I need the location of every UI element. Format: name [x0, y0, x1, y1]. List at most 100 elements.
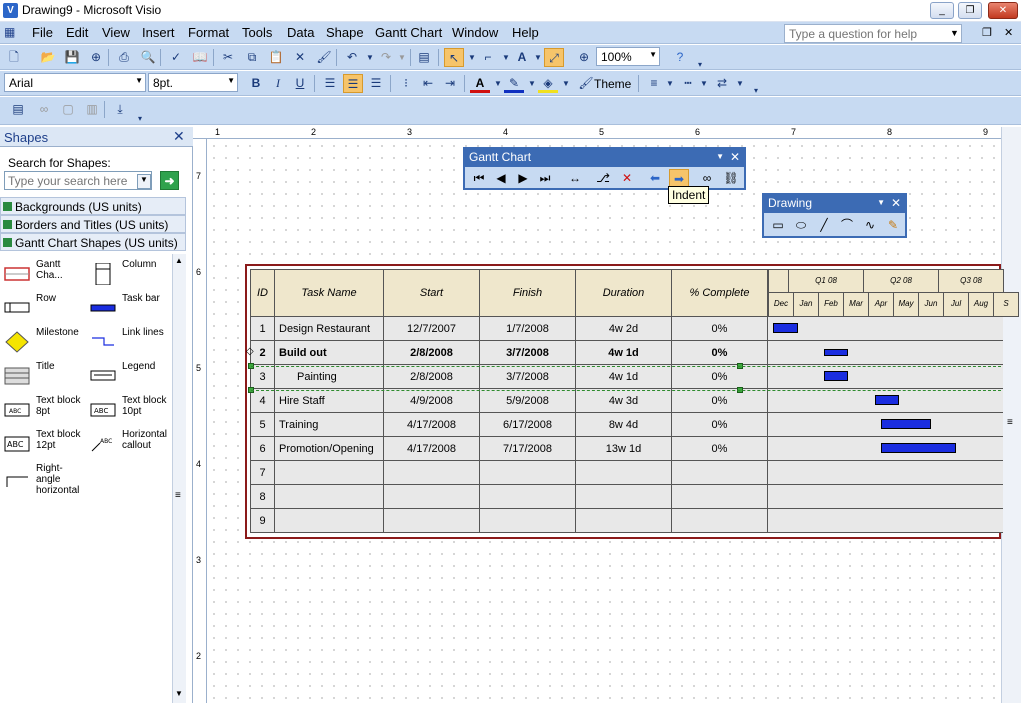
indent-icon[interactable]: ➡	[669, 169, 689, 187]
align-right-icon[interactable]: ☰	[366, 74, 386, 93]
doc-restore-icon[interactable]: ❐	[982, 26, 992, 39]
stencil-borders-titles[interactable]: Borders and Titles (US units)	[0, 215, 186, 233]
task-duration-cell[interactable]	[575, 508, 672, 533]
shape-task-bar[interactable]: Task bar	[86, 291, 170, 325]
scroll-down-icon[interactable]: ▼	[175, 689, 183, 698]
task-start-cell[interactable]: 12/7/2007	[383, 316, 480, 341]
zoom-icon[interactable]: ⊕	[574, 48, 594, 67]
task-finish-cell[interactable]: 6/17/2008	[479, 412, 576, 437]
menu-insert[interactable]: Insert	[142, 25, 175, 40]
research-icon[interactable]: 📖	[190, 48, 210, 67]
task-duration-cell[interactable]: 13w 1d	[575, 436, 672, 461]
task-start-cell[interactable]: 4/17/2008	[383, 412, 480, 437]
gantt-task-row[interactable]: 3 Painting 2/8/2008 3/7/2008 4w 1d 0%	[250, 364, 768, 389]
font-size-combo[interactable]: 8pt. ▼	[148, 73, 238, 92]
open-icon[interactable]: 📂	[38, 48, 58, 67]
document-icon[interactable]: ▦	[4, 25, 15, 39]
font-size-dropdown-icon[interactable]: ▼	[227, 76, 235, 85]
task-finish-cell[interactable]: 7/17/2008	[479, 436, 576, 461]
shape-right-angle-horizontal[interactable]: Right-angle horizontal	[0, 461, 84, 496]
task-id-cell[interactable]: 9	[250, 508, 275, 533]
gantt-task-row[interactable]: 7	[250, 460, 768, 485]
search-go-icon[interactable]: ➜	[160, 171, 179, 190]
theme-icon[interactable]: 🖌	[576, 74, 596, 93]
task-name-cell[interactable]: Training	[274, 412, 384, 437]
task-duration-cell[interactable]: 8w 4d	[575, 412, 672, 437]
menu-tools[interactable]: Tools	[242, 25, 272, 40]
gantt-task-row[interactable]: 6 Promotion/Opening 4/17/2008 7/17/2008 13w …	[250, 436, 768, 461]
theme-button[interactable]: Theme	[594, 77, 631, 91]
task-name-cell[interactable]: Build out	[274, 340, 384, 365]
scroll-to-task-icon[interactable]: ↔	[565, 169, 585, 187]
line-pattern-dropdown-icon[interactable]: ▼	[694, 74, 714, 93]
gantt-task-row[interactable]: 8	[250, 484, 768, 509]
pointer-tool-icon[interactable]: ↖	[444, 48, 464, 67]
toolbar-close-icon[interactable]: ✕	[730, 150, 740, 164]
shape-horizontal-callout[interactable]: ABC Horizontal callout	[86, 427, 170, 461]
freeform-tool-icon[interactable]: ∿	[860, 216, 880, 234]
copy-icon[interactable]: ⧉	[242, 48, 262, 67]
gantt-task-row[interactable]: 9	[250, 508, 768, 533]
unlink-tasks-icon[interactable]: ⛓	[721, 169, 741, 187]
task-pct-cell[interactable]	[671, 508, 768, 533]
cut-icon[interactable]: ✂	[218, 48, 238, 67]
pencil-tool-icon[interactable]: ✎	[883, 216, 903, 234]
line-ends-icon[interactable]: ⇄	[712, 74, 732, 93]
task-bar[interactable]	[824, 371, 848, 381]
go-to-next-icon[interactable]: ▶	[513, 169, 533, 187]
pan-zoom-icon[interactable]: ⤢	[544, 48, 564, 67]
menu-help[interactable]: Help	[512, 25, 539, 40]
task-id-cell[interactable]: 6	[250, 436, 275, 461]
help-dropdown-icon[interactable]: ▼	[950, 28, 959, 38]
help-question-input[interactable]	[784, 24, 962, 43]
visio-app-icon[interactable]: V	[3, 3, 18, 18]
zoom-combo[interactable]: 100% ▼	[596, 47, 660, 66]
shape-legend[interactable]: Legend	[86, 359, 170, 393]
menu-shape[interactable]: Shape	[326, 25, 364, 40]
minimize-button[interactable]: _	[930, 2, 954, 19]
shape-text-block-8pt[interactable]: ABC Text block 8pt	[0, 393, 84, 427]
toolbar-dropdown-icon[interactable]: ▼	[877, 198, 885, 207]
new-task-icon[interactable]: ⎇	[593, 169, 613, 187]
underline-button[interactable]: U	[290, 74, 310, 93]
gantt-task-row[interactable]: 2 Build out 2/8/2008 3/7/2008 4w 1d 0%	[250, 340, 768, 365]
shape-gantt-chart[interactable]: Gantt Cha...	[0, 257, 84, 291]
menu-gantt-chart[interactable]: Gantt Chart	[375, 25, 442, 40]
task-pct-cell[interactable]: 0%	[671, 436, 768, 461]
task-pct-cell[interactable]: 0%	[671, 412, 768, 437]
task-pct-cell[interactable]	[671, 460, 768, 485]
zoom-dropdown-icon[interactable]: ▼	[649, 50, 657, 59]
scroll-grip-icon[interactable]: ≡	[1007, 417, 1013, 428]
task-id-cell[interactable]: 5	[250, 412, 275, 437]
task-bar[interactable]	[874, 395, 900, 405]
task-name-cell[interactable]: Painting	[274, 364, 384, 389]
delete-task-icon[interactable]: ✕	[617, 169, 637, 187]
task-start-cell[interactable]	[383, 508, 480, 533]
outdent-icon[interactable]: ⬅	[645, 169, 665, 187]
shape-row[interactable]: Row	[0, 291, 84, 325]
task-id-cell[interactable]: 7	[250, 460, 275, 485]
permission-icon[interactable]: ⊕	[86, 48, 106, 67]
task-finish-cell[interactable]: 3/7/2008	[479, 364, 576, 389]
go-to-finish-icon[interactable]: ⏭	[535, 169, 555, 187]
go-to-start-icon[interactable]: ⏮	[469, 169, 489, 187]
format-painter-icon[interactable]: 🖌	[314, 48, 334, 67]
fill-color-dropdown-icon[interactable]: ▼	[556, 74, 576, 93]
undo-icon[interactable]: ↶	[342, 48, 362, 67]
spelling-icon[interactable]: ✓	[166, 48, 186, 67]
stencil-backgrounds[interactable]: Backgrounds (US units)	[0, 197, 186, 215]
align-left-icon[interactable]: ☰	[320, 74, 340, 93]
task-start-cell[interactable]: 2/8/2008	[383, 340, 480, 365]
gantt-task-row[interactable]: 4 Hire Staff 4/9/2008 5/9/2008 4w 3d 0%	[250, 388, 768, 413]
gantt-task-row[interactable]: 1 Design Restaurant 12/7/2007 1/7/2008 4w 2d…	[250, 316, 768, 341]
insert-icon[interactable]: ▥	[82, 100, 102, 119]
maximize-button[interactable]: ❐	[958, 2, 982, 19]
header-pct-complete[interactable]: % Complete	[671, 269, 768, 317]
task-finish-cell[interactable]	[479, 484, 576, 509]
shape-text-block-10pt[interactable]: ABC Text block 10pt	[86, 393, 170, 427]
gantt-toolbar-header[interactable]: Gantt Chart ▼ ✕	[465, 149, 744, 167]
task-name-cell[interactable]: Design Restaurant	[274, 316, 384, 341]
task-finish-cell[interactable]	[479, 460, 576, 485]
line-weight-dropdown-icon[interactable]: ▼	[660, 74, 680, 93]
task-finish-cell[interactable]: 3/7/2008	[479, 340, 576, 365]
